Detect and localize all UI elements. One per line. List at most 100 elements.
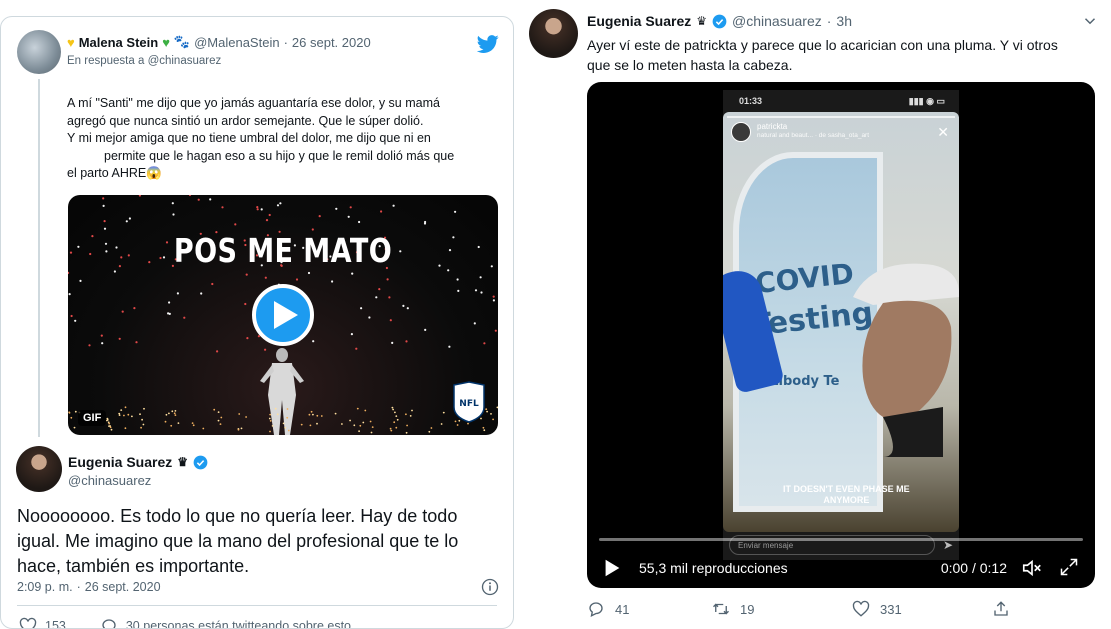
in-reply-mention[interactable]: @chinasuarez [148, 55, 222, 67]
video-progress-track[interactable] [599, 538, 1083, 541]
drone-light [246, 337, 249, 340]
story-user: patrickta natural and beaut... · de sash… [757, 122, 869, 140]
like-button[interactable]: 331 [852, 600, 992, 618]
city-light [131, 415, 133, 418]
city-light [127, 413, 130, 416]
verified-badge-icon [193, 455, 208, 469]
heart-icon[interactable] [19, 617, 37, 629]
chevron-down-icon[interactable] [1081, 12, 1099, 30]
reply-text-line: el parto AHRE😱 [67, 166, 162, 180]
main-author-name-row: Eugenia Suarez ♛ [68, 454, 208, 470]
city-light [106, 419, 109, 421]
drone-light [128, 217, 131, 220]
view-count: 55,3 mil reproducciones [639, 560, 788, 576]
city-light [109, 426, 112, 429]
drone-light [265, 219, 269, 222]
city-light [390, 429, 393, 432]
reply-author-name[interactable]: Malena Stein [79, 35, 158, 50]
drone-light [312, 340, 315, 343]
tweet-actions: 41 19 331 [587, 600, 1027, 618]
talking-about-link[interactable]: 30 personas están twitteando sobre esto [126, 619, 351, 628]
play-button[interactable] [252, 284, 314, 346]
city-light [110, 428, 113, 431]
city-light [486, 410, 488, 413]
city-light [142, 423, 145, 426]
drone-light [276, 204, 280, 207]
phone-screen-recording: 01:33 ▮▮▮ ◉ ▭ COVID Testing Antibody Te … [723, 90, 959, 560]
author-name[interactable]: Eugenia Suarez [587, 13, 691, 29]
city-light [496, 406, 498, 409]
drone-light [221, 206, 224, 209]
main-tweet-timestamp[interactable]: 2:09 p. m. · 26 sept. 2020 [17, 580, 161, 594]
city-light [430, 427, 433, 429]
main-author-name[interactable]: Eugenia Suarez [68, 454, 172, 470]
in-reply-to: En respuesta a @chinasuarez [67, 55, 221, 67]
city-light [405, 413, 407, 416]
reply-date[interactable]: 26 sept. 2020 [292, 35, 371, 50]
heart-icon [852, 600, 870, 617]
drone-light [101, 342, 104, 345]
city-light [118, 414, 121, 416]
drone-light [102, 204, 105, 207]
city-light [164, 420, 167, 423]
share-button[interactable] [992, 600, 1010, 618]
separator-dot: · [76, 580, 81, 594]
city-light [300, 423, 303, 426]
drone-light [473, 322, 476, 325]
drone-light [358, 220, 361, 224]
info-icon[interactable] [481, 578, 499, 596]
drone-light [88, 344, 91, 347]
story-user-avatar [731, 122, 751, 142]
city-light [456, 424, 459, 426]
drone-light [264, 276, 267, 279]
timestamp-date: 26 sept. 2020 [84, 580, 161, 594]
gif-badge: GIF [78, 410, 107, 426]
divider [17, 605, 497, 606]
drone-light [68, 271, 70, 274]
drone-light [360, 307, 363, 310]
drone-light [490, 265, 493, 268]
city-light [68, 412, 71, 414]
twitter-bird-icon[interactable] [477, 33, 499, 55]
city-light [411, 409, 413, 412]
story-subtitle: natural and beaut... · de sasha_ota_art [757, 132, 870, 139]
video-player[interactable]: 01:33 ▮▮▮ ◉ ▭ COVID Testing Antibody Te … [587, 82, 1095, 588]
main-author-avatar[interactable] [16, 446, 62, 492]
city-light [108, 422, 111, 425]
city-light [334, 412, 337, 415]
drone-light [389, 319, 392, 322]
drone-light [454, 210, 457, 213]
crown-icon: ♛ [696, 14, 708, 28]
fullscreen-icon[interactable] [1059, 557, 1079, 577]
speech-bubble-icon[interactable] [100, 617, 118, 629]
city-light [406, 424, 408, 427]
main-author-handle[interactable]: @chinasuarez [68, 473, 151, 488]
gif-overlay-text: POS ME MATO [173, 231, 393, 270]
drone-light [391, 341, 394, 344]
city-light [358, 430, 360, 433]
reply-author-avatar[interactable] [17, 30, 61, 74]
reply-button[interactable]: 41 [587, 600, 712, 618]
city-light [238, 413, 241, 415]
drone-light [211, 282, 214, 286]
main-text-line: hace, también es importante. [17, 556, 250, 576]
city-light [282, 422, 285, 425]
reply-author-handle[interactable]: @MalenaStein [194, 35, 279, 50]
separator-dot: · [283, 34, 288, 50]
city-light [316, 422, 318, 425]
drone-light [138, 195, 141, 197]
author-avatar[interactable] [529, 9, 578, 58]
city-light [391, 406, 394, 409]
gif-media[interactable]: POS ME MATO GIF NFL [68, 195, 498, 435]
tweet: Eugenia Suarez ♛ @chinasuarez · 3h Ayer … [514, 0, 1111, 629]
mute-icon[interactable] [1021, 557, 1043, 579]
tweet-time[interactable]: 3h [836, 13, 852, 29]
drone-light [368, 316, 371, 319]
retweet-button[interactable]: 19 [712, 600, 852, 618]
drone-light [474, 289, 478, 292]
drone-light [89, 252, 92, 256]
city-light [393, 421, 396, 424]
retweet-count: 19 [740, 601, 755, 617]
play-icon[interactable] [601, 557, 623, 579]
author-handle[interactable]: @chinasuarez [732, 13, 822, 29]
